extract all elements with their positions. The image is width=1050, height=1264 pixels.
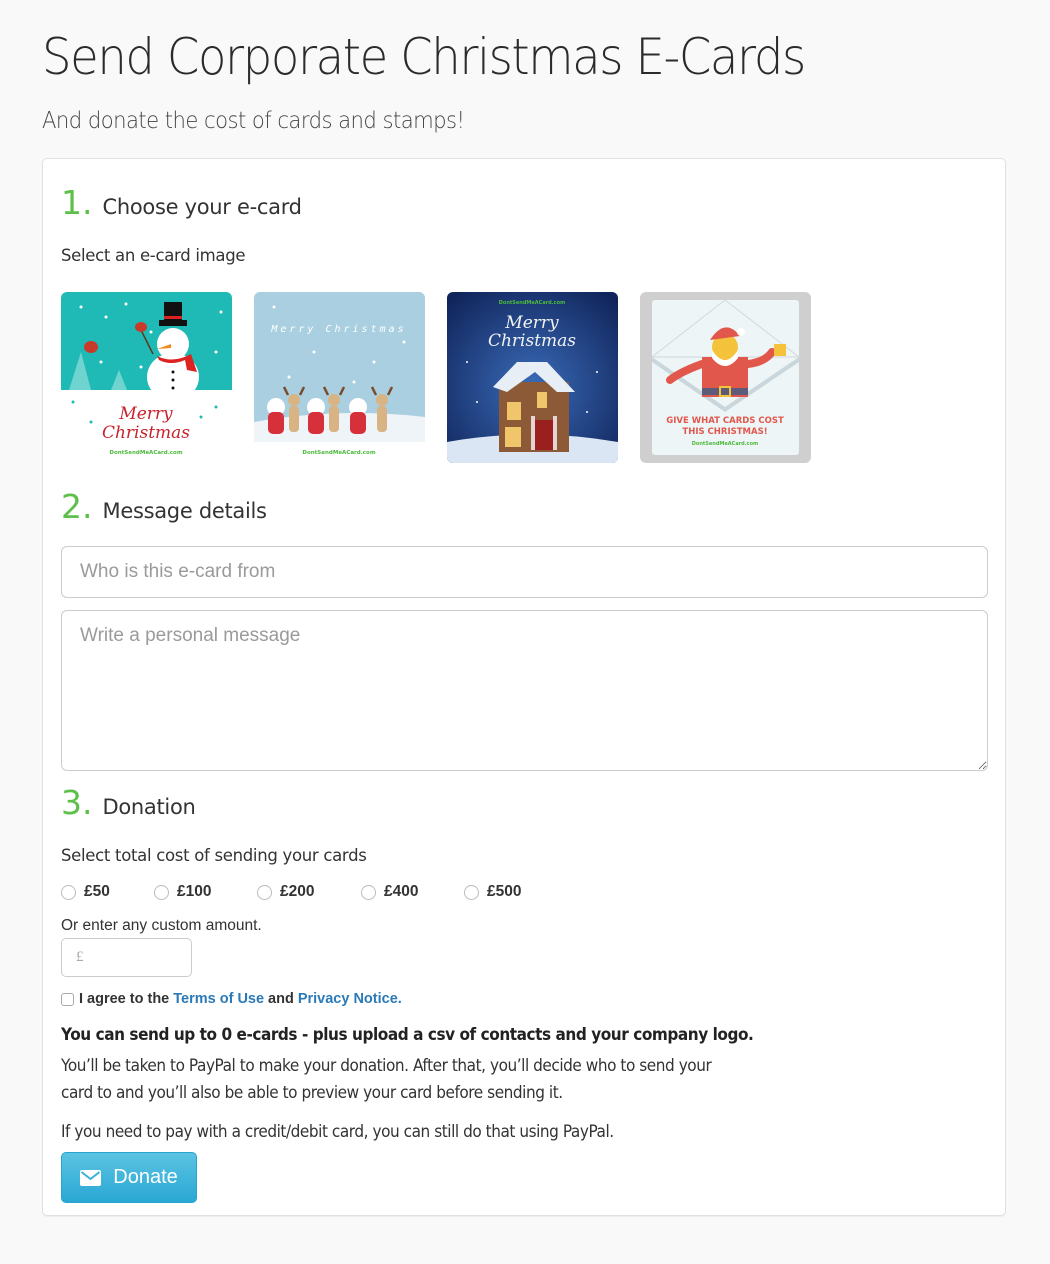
svg-text:Merry: Merry: [118, 404, 173, 424]
step-number: 2.: [61, 487, 93, 526]
donation-option-label: £400: [384, 883, 419, 900]
section-heading-donation: 3. Donation: [61, 783, 196, 822]
page-title: Send Corporate Christmas E-Cards: [42, 28, 806, 86]
donation-option-label: £500: [487, 883, 522, 900]
ecard-option-santas-reindeer[interactable]: Merry Christmas DontSendMeACard.com: [254, 292, 425, 463]
donate-button-label: Donate: [113, 1166, 178, 1188]
ecard-options: Merry Christmas DontSendMeACard.com Merr…: [61, 292, 833, 463]
terms-of-use-link[interactable]: Terms of Use: [173, 991, 264, 1007]
envelope-icon: [80, 1169, 102, 1186]
step-label: Donation: [102, 795, 196, 819]
from-input[interactable]: [61, 546, 988, 598]
card-payment-note: If you need to pay with a credit/debit c…: [61, 1122, 614, 1142]
donation-option-label: £50: [84, 883, 110, 900]
radio-button[interactable]: [154, 884, 169, 900]
ecard-option-snowy-house[interactable]: DontSendMeACard.com Merry Christmas: [447, 292, 618, 463]
snowman-card-image: Merry Christmas DontSendMeACard.com: [61, 292, 232, 463]
donation-option-label: £100: [177, 883, 212, 900]
card-title-line2: THIS CHRISTMAS!: [682, 427, 767, 437]
santa-envelope-card-image: GIVE WHAT CARDS COST THIS CHRISTMAS! Don…: [640, 292, 811, 463]
custom-amount-label: Or enter any custom amount.: [61, 917, 262, 934]
svg-text:DontSendMeACard.com: DontSendMeACard.com: [109, 450, 182, 456]
svg-text:DontSendMeACard.com: DontSendMeACard.com: [692, 441, 759, 447]
radio-button[interactable]: [464, 884, 479, 900]
radio-button[interactable]: [61, 884, 76, 900]
personal-message-textarea[interactable]: [61, 610, 988, 771]
agree-prefix: I agree to the: [79, 991, 170, 1007]
step-number: 1.: [61, 183, 93, 222]
donation-amount-options: £50 £100 £200 £400 £500: [61, 883, 521, 901]
donation-option-200[interactable]: £200: [257, 883, 361, 901]
donation-option-400[interactable]: £400: [361, 883, 464, 901]
ecard-option-snowman[interactable]: Merry Christmas DontSendMeACard.com: [61, 292, 232, 463]
custom-amount-input[interactable]: [61, 938, 192, 977]
step-number: 3.: [61, 783, 93, 822]
svg-text:Merry: Merry: [504, 313, 559, 333]
radio-button[interactable]: [257, 884, 272, 900]
svg-text:Christmas: Christmas: [102, 423, 190, 443]
svg-text:Merry Christmas: Merry Christmas: [270, 324, 406, 335]
svg-text:DontSendMeACard.com: DontSendMeACard.com: [302, 450, 375, 456]
section-heading-choose-card: 1. Choose your e-card: [61, 183, 302, 222]
donation-option-label: £200: [280, 883, 315, 900]
svg-text:Christmas: Christmas: [488, 331, 576, 351]
ecard-limit-note: You can send up to 0 e-cards - plus uplo…: [61, 1025, 754, 1045]
donation-amount-label: Select total cost of sending your cards: [61, 846, 367, 865]
ecard-option-santa-envelope[interactable]: GIVE WHAT CARDS COST THIS CHRISTMAS! Don…: [640, 292, 811, 463]
select-ecard-label: Select an e-card image: [61, 246, 246, 265]
paypal-note: You’ll be taken to PayPal to make your d…: [61, 1056, 712, 1103]
ecard-form-panel: 1. Choose your e-card Select an e-card i…: [42, 158, 1006, 1216]
step-label: Message details: [102, 499, 267, 523]
svg-text:DontSendMeACard.com: DontSendMeACard.com: [499, 300, 566, 306]
agree-and: and: [268, 991, 294, 1007]
donation-option-50[interactable]: £50: [61, 883, 154, 901]
step-label: Choose your e-card: [102, 195, 303, 219]
agree-checkbox[interactable]: [61, 992, 74, 1006]
terms-agreement: I agree to the Terms of Use and Privacy …: [61, 991, 406, 1007]
card-title-line1: GIVE WHAT CARDS COST: [666, 416, 784, 426]
santas-reindeer-card-image: Merry Christmas DontSendMeACard.com: [254, 292, 425, 463]
donation-option-100[interactable]: £100: [154, 883, 257, 901]
section-heading-message-details: 2. Message details: [61, 487, 267, 526]
donation-option-500[interactable]: £500: [464, 883, 521, 901]
radio-button[interactable]: [361, 884, 376, 900]
donate-button[interactable]: Donate: [61, 1152, 197, 1203]
snowy-house-card-image: DontSendMeACard.com Merry Christmas: [447, 292, 618, 463]
page-subtitle: And donate the cost of cards and stamps!: [42, 108, 465, 134]
privacy-notice-link[interactable]: Privacy Notice.: [298, 991, 402, 1007]
